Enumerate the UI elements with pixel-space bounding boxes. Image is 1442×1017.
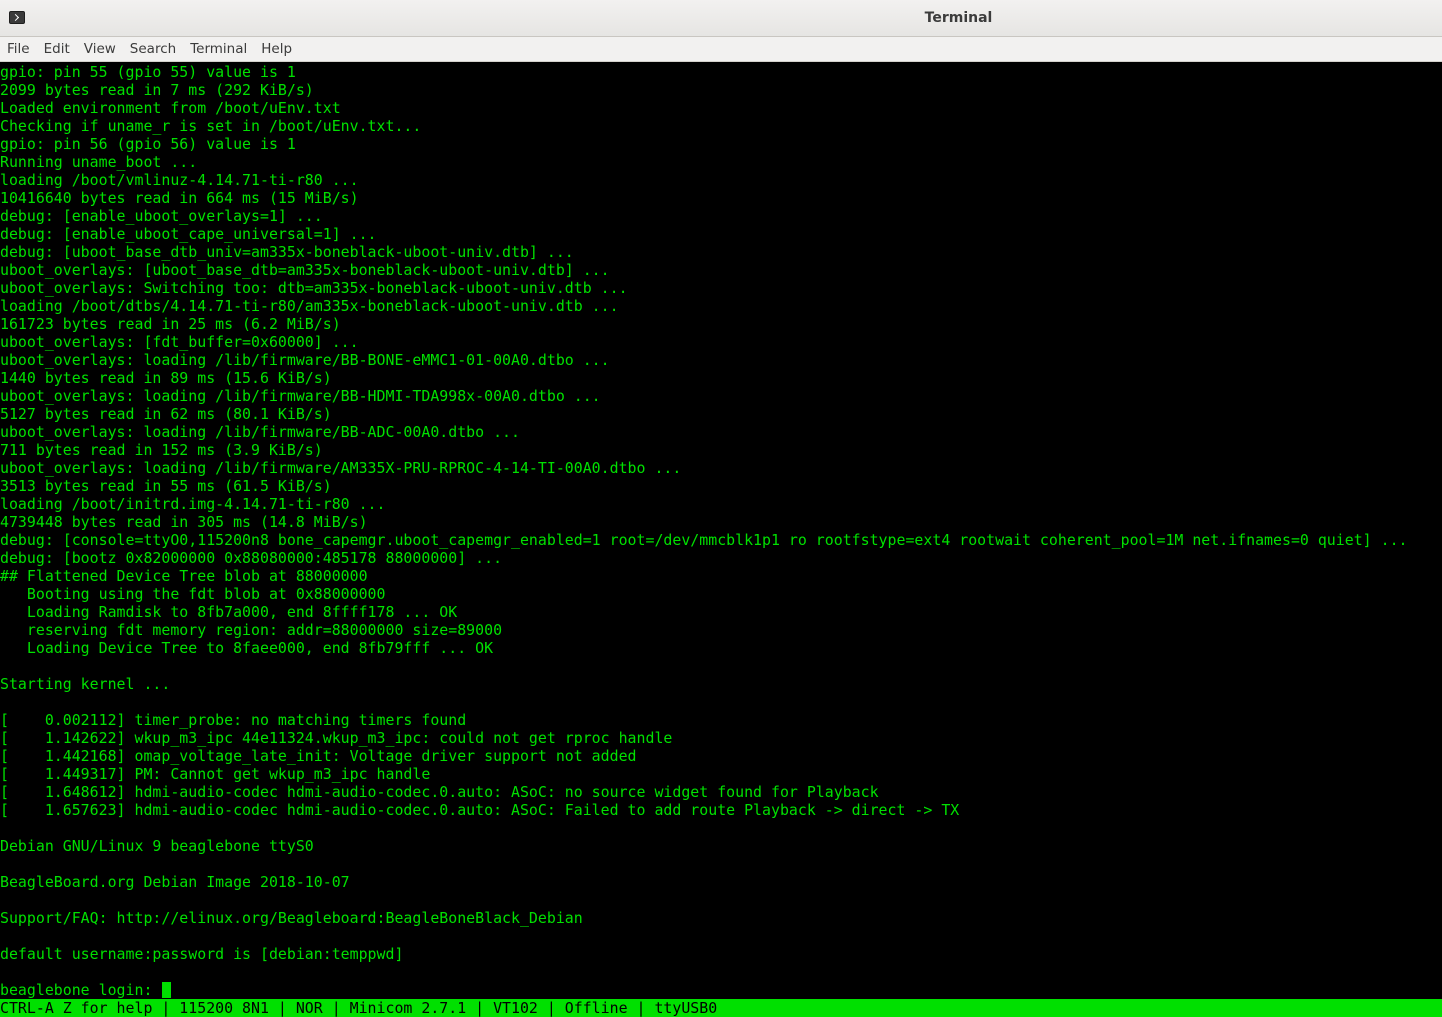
terminal-line: gpio: pin 56 (gpio 56) value is 1 — [0, 135, 296, 153]
terminal-line: Loaded environment from /boot/uEnv.txt — [0, 99, 341, 117]
window-title: Terminal — [924, 10, 993, 26]
terminal-line: Running uname_boot ... — [0, 153, 198, 171]
terminal-line: [ 1.648612] hdmi-audio-codec hdmi-audio-… — [0, 783, 879, 801]
terminal-line: debug: [uboot_base_dtb_univ=am335x-boneb… — [0, 243, 574, 261]
login-prompt-line[interactable]: beaglebone login: — [0, 981, 1408, 999]
terminal-line: 161723 bytes read in 25 ms (6.2 MiB/s) — [0, 315, 341, 333]
terminal-line: uboot_overlays: loading /lib/firmware/BB… — [0, 387, 601, 405]
terminal-line: [ 0.002112] timer_probe: no matching tim… — [0, 711, 467, 729]
menu-bar: File Edit View Search Terminal Help — [0, 37, 1442, 62]
terminal-line: loading /boot/vmlinuz-4.14.71-ti-r80 ... — [0, 171, 359, 189]
terminal-line: loading /boot/initrd.img-4.14.71-ti-r80 … — [0, 495, 386, 513]
terminal-line: uboot_overlays: [uboot_base_dtb=am335x-b… — [0, 261, 610, 279]
terminal-line: Booting using the fdt blob at 0x88000000 — [0, 585, 386, 603]
terminal-line: 2099 bytes read in 7 ms (292 KiB/s) — [0, 81, 314, 99]
menu-file[interactable]: File — [0, 37, 37, 62]
terminal-line: uboot_overlays: loading /lib/firmware/BB… — [0, 423, 520, 441]
terminal-line: gpio: pin 55 (gpio 55) value is 1 — [0, 63, 296, 81]
terminal-line: default username:password is [debian:tem… — [0, 945, 404, 963]
terminal-line: debug: [console=ttyO0,115200n8 bone_cape… — [0, 531, 1408, 549]
terminal-line: Debian GNU/Linux 9 beaglebone ttyS0 — [0, 837, 314, 855]
menu-view[interactable]: View — [77, 37, 123, 62]
terminal-line: [ 1.142622] wkup_m3_ipc 44e11324.wkup_m3… — [0, 729, 673, 747]
menu-search[interactable]: Search — [123, 37, 183, 62]
terminal-line: Loading Ramdisk to 8fb7a000, end 8ffff17… — [0, 603, 458, 621]
terminal-line: uboot_overlays: [fdt_buffer=0x60000] ... — [0, 333, 359, 351]
menu-help[interactable]: Help — [254, 37, 299, 62]
terminal-line: Loading Device Tree to 8faee000, end 8fb… — [0, 639, 494, 657]
text-cursor — [162, 982, 172, 998]
terminal-line: 10416640 bytes read in 664 ms (15 MiB/s) — [0, 189, 359, 207]
terminal-line: reserving fdt memory region: addr=880000… — [0, 621, 503, 639]
terminal-line: Checking if uname_r is set in /boot/uEnv… — [0, 117, 422, 135]
terminal-line: debug: [enable_uboot_overlays=1] ... — [0, 207, 323, 225]
terminal-line: 5127 bytes read in 62 ms (80.1 KiB/s) — [0, 405, 332, 423]
terminal-line: loading /boot/dtbs/4.14.71-ti-r80/am335x… — [0, 297, 619, 315]
terminal-line: debug: [enable_uboot_cape_universal=1] .… — [0, 225, 377, 243]
terminal-line: BeagleBoard.org Debian Image 2018-10-07 — [0, 873, 350, 891]
title-bar[interactable]: Terminal — [0, 0, 1442, 37]
minicom-status-bar: CTRL-A Z for help | 115200 8N1 | NOR | M… — [0, 999, 1442, 1017]
terminal-line: uboot_overlays: loading /lib/firmware/AM… — [0, 459, 682, 477]
terminal-window: Terminal File Edit View Search Terminal … — [0, 0, 1442, 1017]
terminal-line: 1440 bytes read in 89 ms (15.6 KiB/s) — [0, 369, 332, 387]
terminal-line: uboot_overlays: loading /lib/firmware/BB… — [0, 351, 610, 369]
terminal-line: 4739448 bytes read in 305 ms (14.8 MiB/s… — [0, 513, 368, 531]
terminal-line: debug: [bootz 0x82000000 0x88080000:4851… — [0, 549, 503, 567]
login-prompt: beaglebone login: — [0, 981, 162, 999]
terminal-line: [ 1.442168] omap_voltage_late_init: Volt… — [0, 747, 637, 765]
menu-terminal[interactable]: Terminal — [183, 37, 254, 62]
terminal-line: Starting kernel ... — [0, 675, 171, 693]
menu-edit[interactable]: Edit — [37, 37, 77, 62]
terminal-line: 711 bytes read in 152 ms (3.9 KiB/s) — [0, 441, 323, 459]
terminal-line: ## Flattened Device Tree blob at 8800000… — [0, 567, 368, 585]
terminal-line: [ 1.657623] hdmi-audio-codec hdmi-audio-… — [0, 801, 960, 819]
terminal-line: 3513 bytes read in 55 ms (61.5 KiB/s) — [0, 477, 332, 495]
terminal-output[interactable]: gpio: pin 55 (gpio 55) value is 1 2099 by… — [0, 62, 1442, 999]
terminal-line: Support/FAQ: http://elinux.org/Beagleboa… — [0, 909, 583, 927]
terminal-text: gpio: pin 55 (gpio 55) value is 1 2099 by… — [0, 63, 1408, 999]
terminal-line: uboot_overlays: Switching too: dtb=am335… — [0, 279, 628, 297]
terminal-line: [ 1.449317] PM: Cannot get wkup_m3_ipc h… — [0, 765, 431, 783]
